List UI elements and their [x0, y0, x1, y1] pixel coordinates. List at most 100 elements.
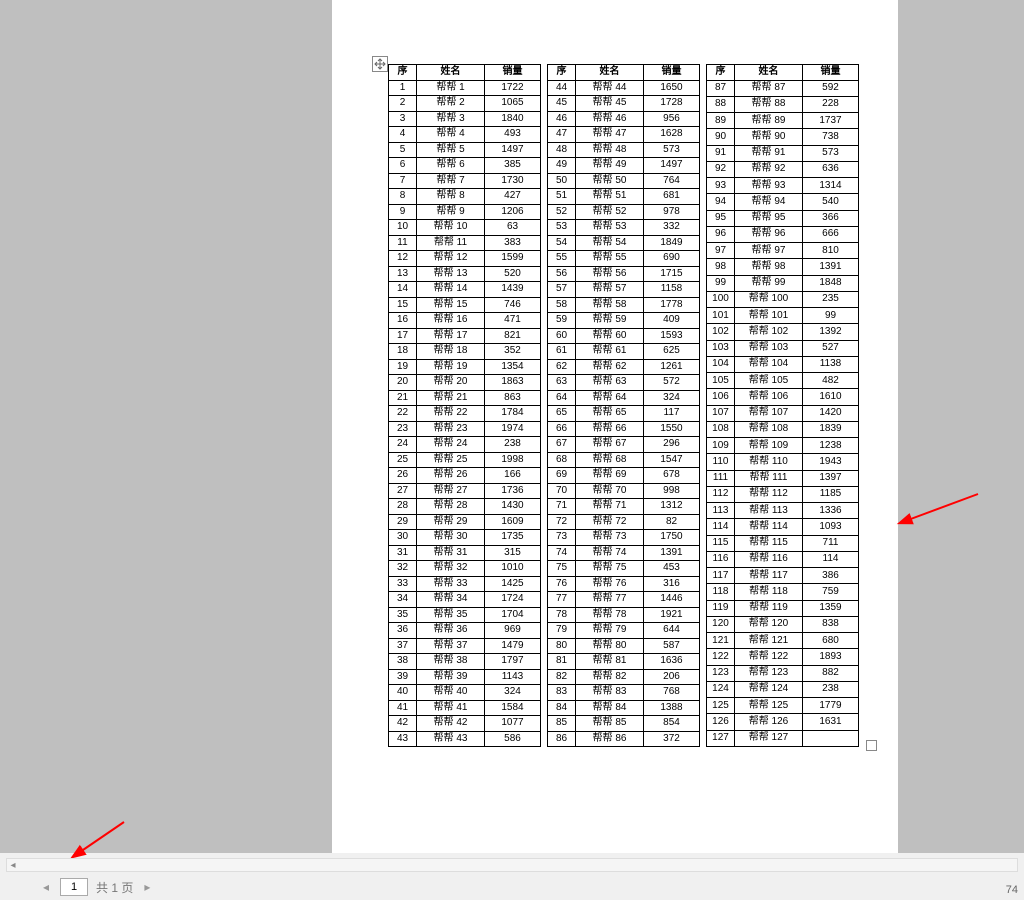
- cell-seq: 93: [707, 178, 735, 194]
- cell-sales: 315: [485, 545, 541, 561]
- cell-seq: 20: [389, 375, 417, 391]
- cell-sales: 854: [644, 716, 700, 732]
- pager-total-label: 共 1 页: [96, 879, 133, 896]
- table-row: 67帮帮 67296: [548, 437, 700, 453]
- pager-prev-icon[interactable]: ◂: [40, 881, 52, 893]
- table-row: 116帮帮 116114: [707, 551, 859, 567]
- table-row: 37帮帮 371479: [389, 638, 541, 654]
- cell-name: 帮帮 14: [417, 282, 485, 298]
- table-row: 74帮帮 741391: [548, 545, 700, 561]
- table-row: 82帮帮 82206: [548, 669, 700, 685]
- table-row: 47帮帮 471628: [548, 127, 700, 143]
- cell-seq: 15: [389, 297, 417, 313]
- cell-name: 帮帮 96: [735, 226, 803, 242]
- cell-seq: 103: [707, 340, 735, 356]
- cell-seq: 45: [548, 96, 576, 112]
- table-row: 27帮帮 271736: [389, 483, 541, 499]
- cell-name: 帮帮 26: [417, 468, 485, 484]
- cell-seq: 101: [707, 308, 735, 324]
- cell-name: 帮帮 30: [417, 530, 485, 546]
- table-row: 63帮帮 63572: [548, 375, 700, 391]
- table-row: 114帮帮 1141093: [707, 519, 859, 535]
- cell-seq: 87: [707, 80, 735, 96]
- table-row: 39帮帮 391143: [389, 669, 541, 685]
- cell-sales: 572: [644, 375, 700, 391]
- cell-sales: 1206: [485, 204, 541, 220]
- cell-sales: 1735: [485, 530, 541, 546]
- cell-name: 帮帮 85: [576, 716, 644, 732]
- cell-seq: 12: [389, 251, 417, 267]
- cell-sales: 1593: [644, 328, 700, 344]
- cell-name: 帮帮 2: [417, 96, 485, 112]
- cell-sales: 1143: [485, 669, 541, 685]
- cell-name: 帮帮 104: [735, 356, 803, 372]
- cell-name: 帮帮 37: [417, 638, 485, 654]
- table-row: 44帮帮 441650: [548, 80, 700, 96]
- table-row: 40帮帮 40324: [389, 685, 541, 701]
- cell-sales: 746: [485, 297, 541, 313]
- table-row: 85帮帮 85854: [548, 716, 700, 732]
- table-end-handle-icon[interactable]: [866, 740, 877, 751]
- table-row: 113帮帮 1131336: [707, 503, 859, 519]
- cell-seq: 117: [707, 568, 735, 584]
- cell-seq: 49: [548, 158, 576, 174]
- table-row: 14帮帮 141439: [389, 282, 541, 298]
- cell-seq: 9: [389, 204, 417, 220]
- cell-seq: 10: [389, 220, 417, 236]
- table-row: 60帮帮 601593: [548, 328, 700, 344]
- cell-seq: 89: [707, 113, 735, 129]
- cell-sales: 1724: [485, 592, 541, 608]
- cell-seq: 115: [707, 535, 735, 551]
- table-row: 15帮帮 15746: [389, 297, 541, 313]
- table-row: 126帮帮 1261631: [707, 714, 859, 730]
- cell-name: 帮帮 54: [576, 235, 644, 251]
- cell-sales: 1921: [644, 607, 700, 623]
- table-row: 98帮帮 981391: [707, 259, 859, 275]
- cell-sales: 1704: [485, 607, 541, 623]
- table-row: 71帮帮 711312: [548, 499, 700, 515]
- cell-sales: 680: [803, 633, 859, 649]
- table-row: 102帮帮 1021392: [707, 324, 859, 340]
- cell-name: 帮帮 15: [417, 297, 485, 313]
- cell-seq: 16: [389, 313, 417, 329]
- cell-name: 帮帮 73: [576, 530, 644, 546]
- page-number-input[interactable]: [60, 878, 88, 896]
- cell-seq: 36: [389, 623, 417, 639]
- cell-sales: 427: [485, 189, 541, 205]
- header-sales: 销量: [485, 65, 541, 81]
- table-row: 51帮帮 51681: [548, 189, 700, 205]
- cell-name: 帮帮 86: [576, 731, 644, 747]
- cell-seq: 4: [389, 127, 417, 143]
- cell-name: 帮帮 67: [576, 437, 644, 453]
- cell-sales: 592: [803, 80, 859, 96]
- table-row: 123帮帮 123882: [707, 665, 859, 681]
- pager: ◂ 共 1 页 ▸: [40, 878, 153, 896]
- cell-name: 帮帮 12: [417, 251, 485, 267]
- cell-seq: 42: [389, 716, 417, 732]
- table-row: 45帮帮 451728: [548, 96, 700, 112]
- cell-name: 帮帮 60: [576, 328, 644, 344]
- cell-name: 帮帮 102: [735, 324, 803, 340]
- cell-sales: 759: [803, 584, 859, 600]
- cell-seq: 6: [389, 158, 417, 174]
- table-row: 120帮帮 120838: [707, 616, 859, 632]
- table-move-handle-icon[interactable]: [372, 56, 388, 72]
- cell-seq: 58: [548, 297, 576, 313]
- cell-seq: 21: [389, 390, 417, 406]
- cell-sales: 1550: [644, 421, 700, 437]
- cell-sales: 1391: [644, 545, 700, 561]
- scroll-left-icon[interactable]: ◂: [7, 859, 19, 871]
- cell-sales: 366: [803, 210, 859, 226]
- horizontal-scrollbar[interactable]: ◂: [6, 858, 1018, 872]
- cell-name: 帮帮 110: [735, 454, 803, 470]
- cell-sales: 1185: [803, 486, 859, 502]
- cell-seq: 14: [389, 282, 417, 298]
- cell-name: 帮帮 52: [576, 204, 644, 220]
- cell-name: 帮帮 43: [417, 731, 485, 747]
- pager-next-icon[interactable]: ▸: [141, 881, 153, 893]
- cell-seq: 90: [707, 129, 735, 145]
- cell-seq: 80: [548, 638, 576, 654]
- cell-name: 帮帮 123: [735, 665, 803, 681]
- cell-name: 帮帮 81: [576, 654, 644, 670]
- cell-seq: 41: [389, 700, 417, 716]
